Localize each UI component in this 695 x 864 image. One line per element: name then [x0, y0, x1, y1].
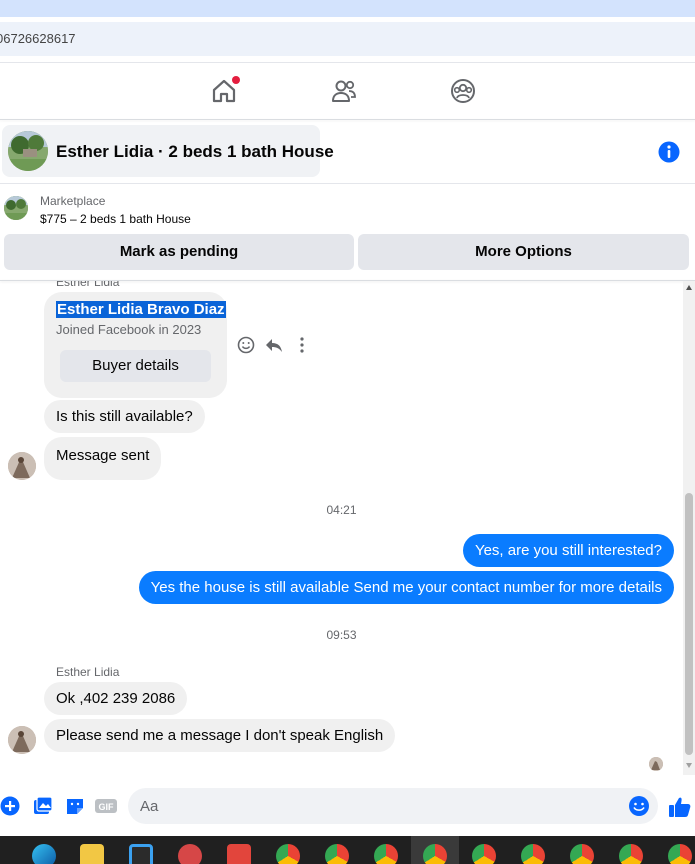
photo-icon[interactable] [32, 795, 54, 817]
avatar-photo [8, 452, 36, 480]
windows-taskbar [0, 836, 695, 864]
notification-dot [232, 76, 240, 84]
scrollbar[interactable] [683, 281, 695, 775]
joined-date: Joined Facebook in 2023 [56, 322, 202, 337]
incoming-message[interactable]: Message sent [44, 437, 162, 480]
avatar-photo [8, 726, 36, 754]
avatar-photo [649, 757, 663, 771]
chrome-icon[interactable] [423, 844, 447, 864]
listing-summary[interactable]: $775 – 2 beds 1 bath House [40, 212, 191, 226]
timestamp: 09:53 [326, 628, 357, 642]
groups-icon[interactable] [449, 77, 477, 105]
marketplace-label: Marketplace [40, 194, 106, 208]
sticker-icon[interactable] [64, 795, 86, 817]
like-icon[interactable] [668, 795, 692, 819]
message-composer: GIF [0, 785, 695, 829]
app-icon[interactable] [227, 844, 251, 864]
chrome-icon[interactable] [374, 844, 398, 864]
sender-name: Esther Lidia [56, 665, 120, 679]
seen-indicator-avatar [649, 757, 663, 771]
buyer-details-button[interactable]: Buyer details [60, 350, 211, 382]
store-icon[interactable] [129, 844, 153, 864]
chrome-icon[interactable] [325, 844, 349, 864]
house-photo-icon [4, 196, 28, 220]
marketplace-avatar [4, 196, 28, 220]
browser-tab-strip [0, 0, 695, 17]
scroll-up-arrow-icon[interactable] [686, 285, 692, 290]
outgoing-message[interactable]: Yes, are you still interested? [462, 534, 674, 567]
conversation-title: Esther Lidia · 2 beds 1 bath House [56, 142, 334, 161]
house-photo-icon [8, 131, 48, 171]
message-input[interactable] [128, 788, 658, 824]
messenger-window: 06726628617 Esther Lidia · 2 beds 1 bath… [0, 0, 695, 864]
sender-avatar [8, 452, 36, 480]
reply-icon[interactable] [264, 335, 284, 355]
scroll-down-arrow-icon[interactable] [686, 763, 692, 768]
chrome-icon[interactable] [276, 844, 300, 864]
more-icon[interactable] [292, 335, 312, 355]
more-options-button[interactable]: More Options [358, 234, 689, 270]
divider [0, 119, 695, 120]
divider [0, 183, 695, 184]
incoming-message[interactable]: Is this still available? [44, 400, 205, 433]
buyer-full-name[interactable]: Esther Lidia Bravo Diaz [56, 301, 226, 318]
top-navigation [0, 63, 695, 119]
chrome-icon[interactable] [619, 844, 643, 864]
chrome-icon[interactable] [472, 844, 496, 864]
emoji-icon[interactable] [628, 795, 650, 817]
listing-avatar [8, 131, 48, 171]
react-emoji-icon[interactable] [236, 335, 256, 355]
scroll-thumb[interactable] [685, 493, 693, 755]
sender-name: Esther Lidia [56, 281, 120, 289]
incoming-message[interactable]: Please send me a message I don't speak E… [44, 719, 396, 752]
edge-icon[interactable] [32, 844, 56, 864]
address-bar[interactable]: 06726628617 [0, 22, 695, 56]
incoming-message[interactable]: Ok ,402 239 2086 [44, 682, 188, 715]
svg-text:GIF: GIF [99, 802, 115, 812]
info-icon[interactable] [657, 140, 681, 164]
chrome-icon[interactable] [668, 844, 692, 864]
address-text: 06726628617 [0, 31, 76, 46]
app-icon[interactable] [178, 844, 202, 864]
gif-icon[interactable]: GIF [95, 795, 117, 817]
friends-icon[interactable] [330, 77, 358, 105]
chrome-icon[interactable] [521, 844, 545, 864]
plus-icon[interactable] [0, 795, 22, 817]
chrome-icon[interactable] [570, 844, 594, 864]
conversation-header[interactable]: Esther Lidia · 2 beds 1 bath House [2, 125, 334, 177]
sender-avatar [8, 726, 36, 754]
buyer-profile-card: Esther Lidia Bravo Diaz Joined Facebook … [44, 292, 227, 398]
file-explorer-icon[interactable] [80, 844, 104, 864]
mark-as-pending-button[interactable]: Mark as pending [4, 234, 354, 270]
timestamp: 04:21 [326, 503, 357, 517]
outgoing-message[interactable]: Yes the house is still available Send me… [138, 571, 674, 604]
message-thread[interactable]: Esther Lidia Esther Lidia Bravo Diaz Joi… [0, 281, 683, 775]
